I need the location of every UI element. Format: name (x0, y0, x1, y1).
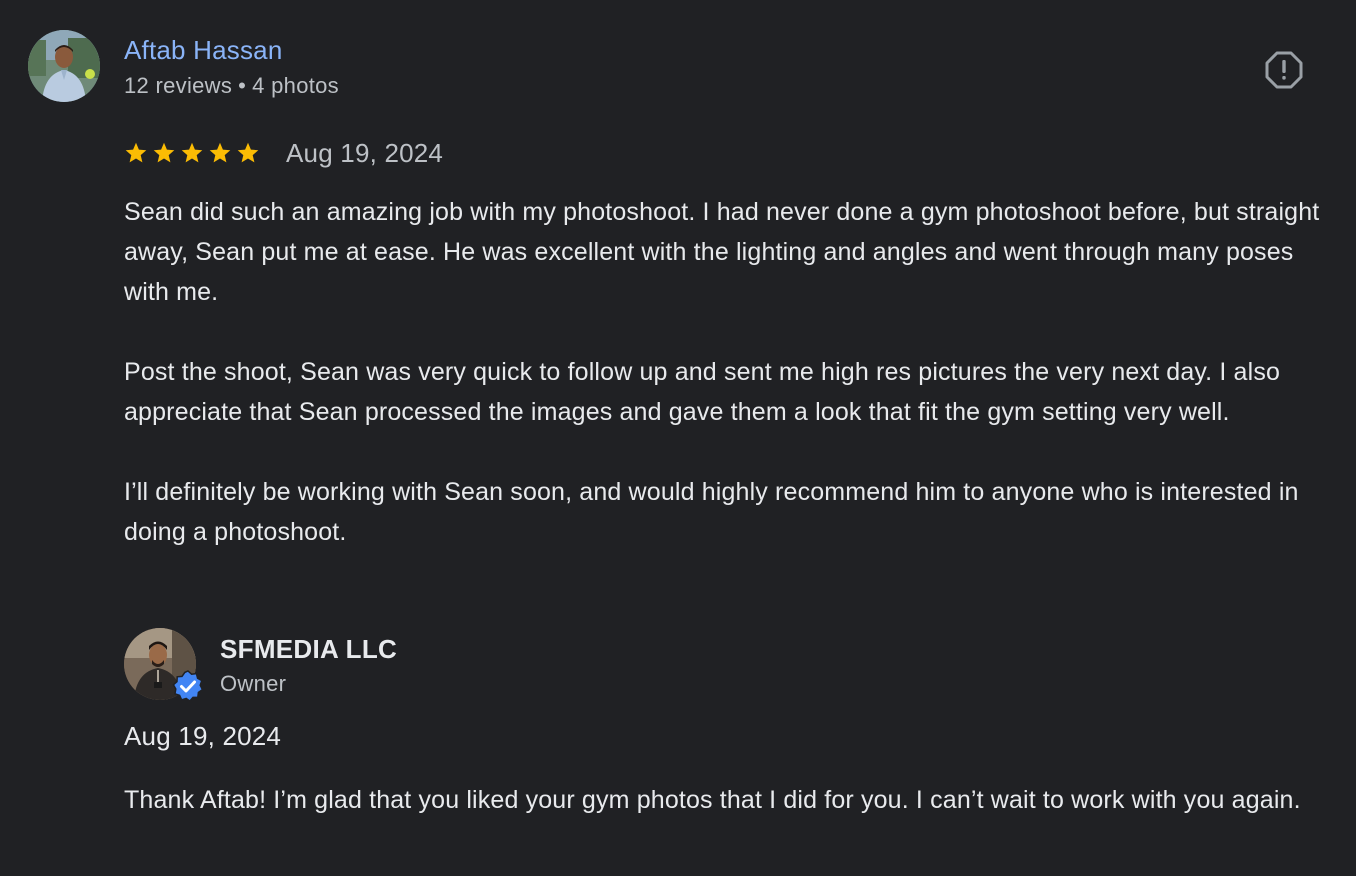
reviewer-photo (28, 30, 100, 102)
review-paragraph: Sean did such an amazing job with my pho… (124, 198, 1320, 306)
report-icon (1265, 51, 1303, 89)
star-icon (209, 142, 231, 163)
review-paragraph: I’ll definitely be working with Sean soo… (124, 478, 1299, 546)
verified-badge-icon (172, 670, 204, 702)
reviewer-stats: 12 reviews • 4 photos (124, 72, 339, 100)
reviewer-avatar[interactable] (28, 30, 100, 102)
reviewer-name[interactable]: Aftab Hassan (124, 33, 283, 67)
review-count: 12 reviews (124, 73, 233, 98)
star-icon (237, 142, 259, 163)
owner-role: Owner (220, 671, 287, 696)
meta-separator: • (238, 73, 247, 98)
reply-date: Aug 19, 2024 (124, 721, 282, 751)
review-paragraph: Post the shoot, Sean was very quick to f… (124, 358, 1281, 426)
review-text: Sean did such an amazing job with my pho… (124, 192, 1344, 552)
reply-text: Thank Aftab! I’m glad that you liked you… (124, 786, 1301, 814)
owner-name: SFMEDIA LLC (220, 634, 398, 664)
report-review-button[interactable] (1262, 48, 1306, 92)
photo-count: 4 photos (252, 73, 339, 98)
review-card: Aftab Hassan 12 reviews • 4 photos Aug 19,… (0, 0, 1356, 876)
star-icon (181, 142, 203, 163)
review-date: Aug 19, 2024 (286, 137, 444, 168)
owner-avatar[interactable] (124, 628, 204, 702)
rating-row: Aug 19, 2024 (124, 136, 443, 170)
star-icon (125, 142, 147, 163)
star-icon (153, 142, 175, 163)
star-rating (124, 141, 260, 165)
